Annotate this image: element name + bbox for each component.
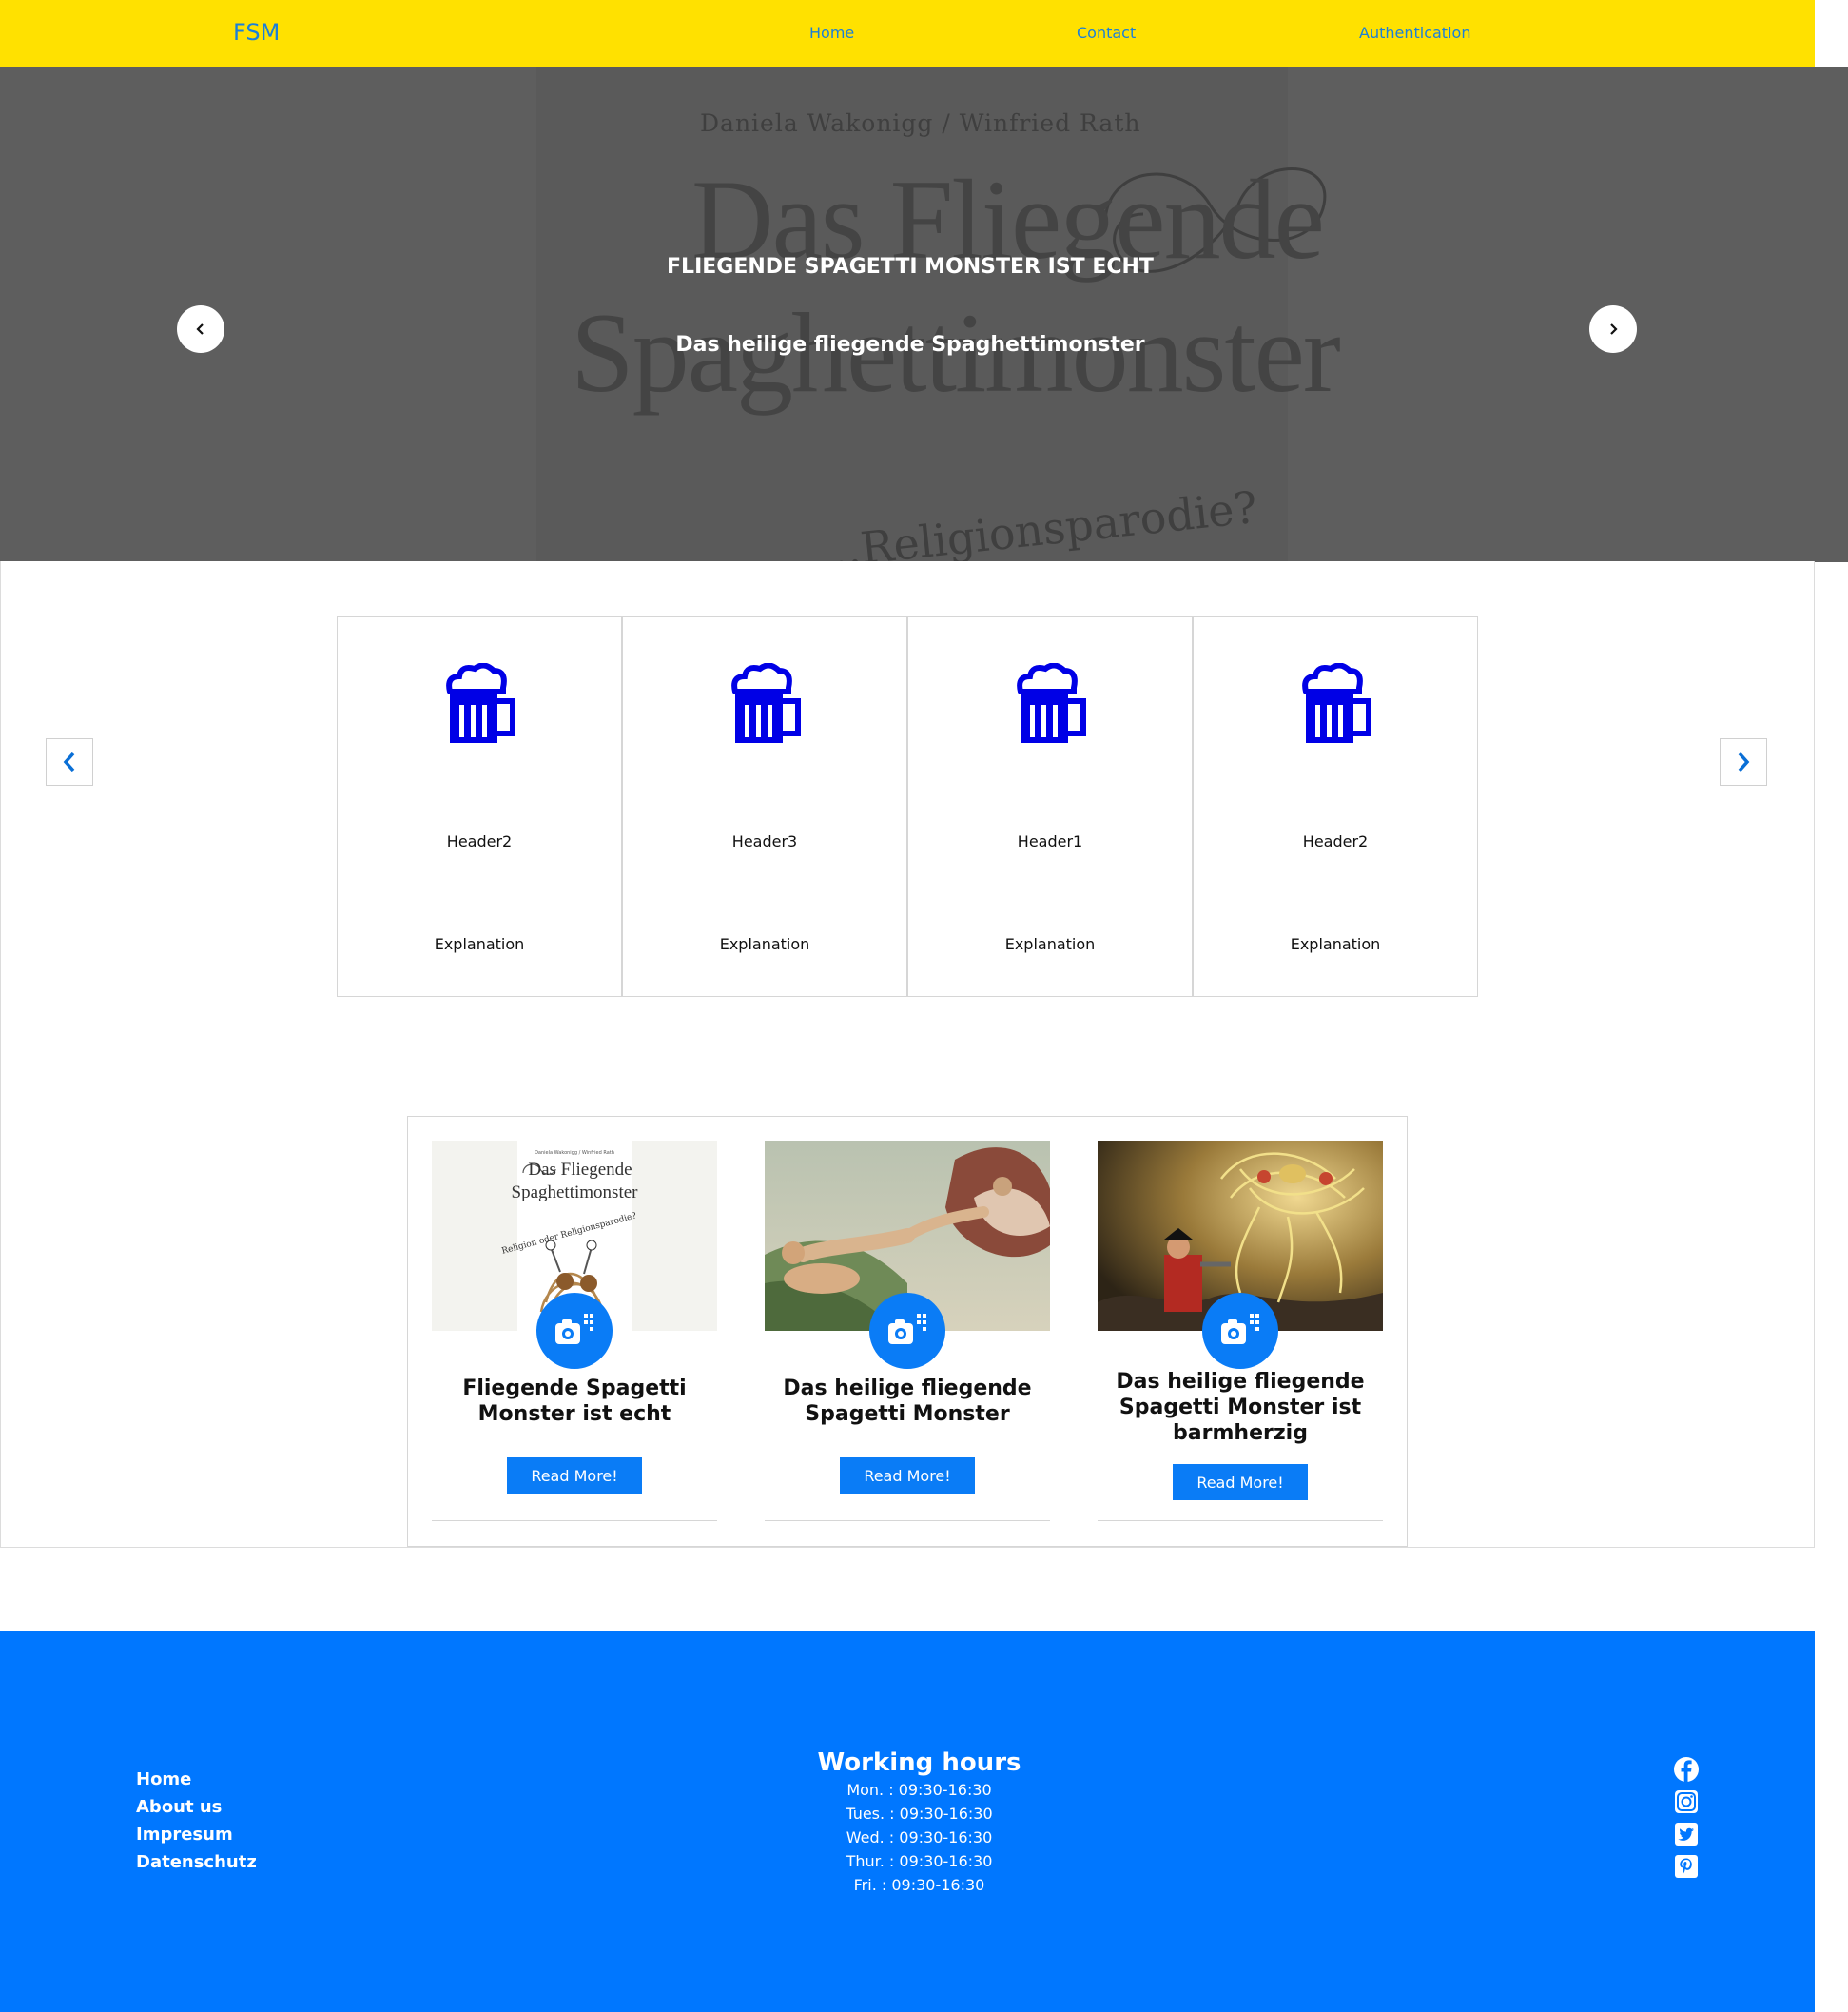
feature-card: Header2 Explanation [337,616,622,997]
read-more-button[interactable]: Read More! [507,1457,642,1494]
camera-badge [1202,1293,1278,1369]
camera-icon [555,1314,593,1344]
blog-title: Das heilige fliegende Spagetti Monster i… [1116,1370,1365,1445]
nav-link-home[interactable]: Home [809,24,854,42]
instagram-icon [1675,1790,1698,1813]
hero-subheading: Das heilige fliegende Spaghettimonster [675,333,1145,357]
pinterest-icon [1675,1855,1698,1878]
twitter-link[interactable] [1672,1820,1701,1848]
blog-card: Daniela Wakonigg / Winfried Rath Das Fli… [432,1141,717,1521]
blog-title: Fliegende Spagetti Monster ist echt [462,1377,687,1426]
read-more-button[interactable]: Read More! [840,1457,975,1494]
hero-carousel: Daniela Wakonigg / Winfried Rath Das Fli… [0,67,1848,562]
hero-heading: FLIEGENDE SPAGETTI MONSTER IST ECHT [667,255,1154,279]
twitter-icon [1675,1823,1698,1846]
camera-icon [1221,1314,1259,1344]
feature-card: Header1 Explanation [907,616,1193,997]
facebook-link[interactable] [1672,1755,1701,1784]
feature-header: Header2 [446,832,513,850]
chevron-left-icon [196,323,204,335]
camera-icon [888,1314,926,1344]
working-hours-line: Fri. : 09:30-16:30 [853,1876,985,1894]
svg-text:Das Fliegende: Das Fliegende [528,1160,632,1180]
facebook-icon [1674,1757,1699,1782]
working-hours-line: Mon. : 09:30-16:30 [846,1781,992,1799]
footer: Home About us Impresum Datenschutz Worki… [0,1631,1815,2012]
blog-card: Das heilige fliegende Spagetti Monster i… [1098,1141,1383,1521]
cover-author: Daniela Wakonigg / Winfried Rath [700,109,1141,137]
features-prev-button[interactable] [46,738,93,786]
feature-header: Header1 [1017,832,1083,850]
feature-header: Header2 [1302,832,1369,850]
chevron-right-icon [1738,752,1750,772]
read-more-button[interactable]: Read More! [1173,1464,1308,1500]
beer-mug-icon [1017,663,1086,743]
navbar: FSM Home Contact Authentication [0,0,1815,67]
pinterest-link[interactable] [1672,1852,1701,1881]
blog-title: Das heilige fliegende Spagetti Monster [783,1377,1032,1426]
nav-link-contact[interactable]: Contact [1077,24,1136,42]
beer-mug-icon [1302,663,1371,743]
camera-badge [536,1293,613,1369]
feature-explanation: Explanation [434,935,525,953]
hero-next-button[interactable] [1589,305,1637,353]
feature-header: Header3 [731,832,798,850]
chevron-left-icon [63,752,75,772]
hero-prev-button[interactable] [177,305,224,353]
svg-text:Spaghettimonster: Spaghettimonster [512,1182,639,1202]
working-hours-line: Tues. : 09:30-16:30 [846,1805,993,1823]
brand-logo[interactable]: FSM [233,19,280,46]
beer-mug-icon [446,663,515,743]
features-next-button[interactable] [1720,738,1767,786]
svg-text:Daniela Wakonigg / Winfried Ra: Daniela Wakonigg / Winfried Rath [535,1150,614,1156]
working-hours-line: Thur. : 09:30-16:30 [846,1852,993,1870]
camera-badge [869,1293,945,1369]
feature-card: Header2 Explanation [1193,616,1478,997]
feature-card: Header3 Explanation [622,616,907,997]
instagram-link[interactable] [1672,1787,1701,1816]
blog-card: Das heilige fliegende Spagetti Monster R… [765,1141,1050,1521]
feature-explanation: Explanation [719,935,810,953]
working-hours-line: Wed. : 09:30-16:30 [846,1828,993,1846]
working-hours-title: Working hours [817,1748,1021,1777]
feature-explanation: Explanation [1290,935,1381,953]
beer-mug-icon [731,663,801,743]
chevron-right-icon [1610,323,1618,335]
feature-explanation: Explanation [1004,935,1096,953]
nav-link-authentication[interactable]: Authentication [1359,24,1470,42]
